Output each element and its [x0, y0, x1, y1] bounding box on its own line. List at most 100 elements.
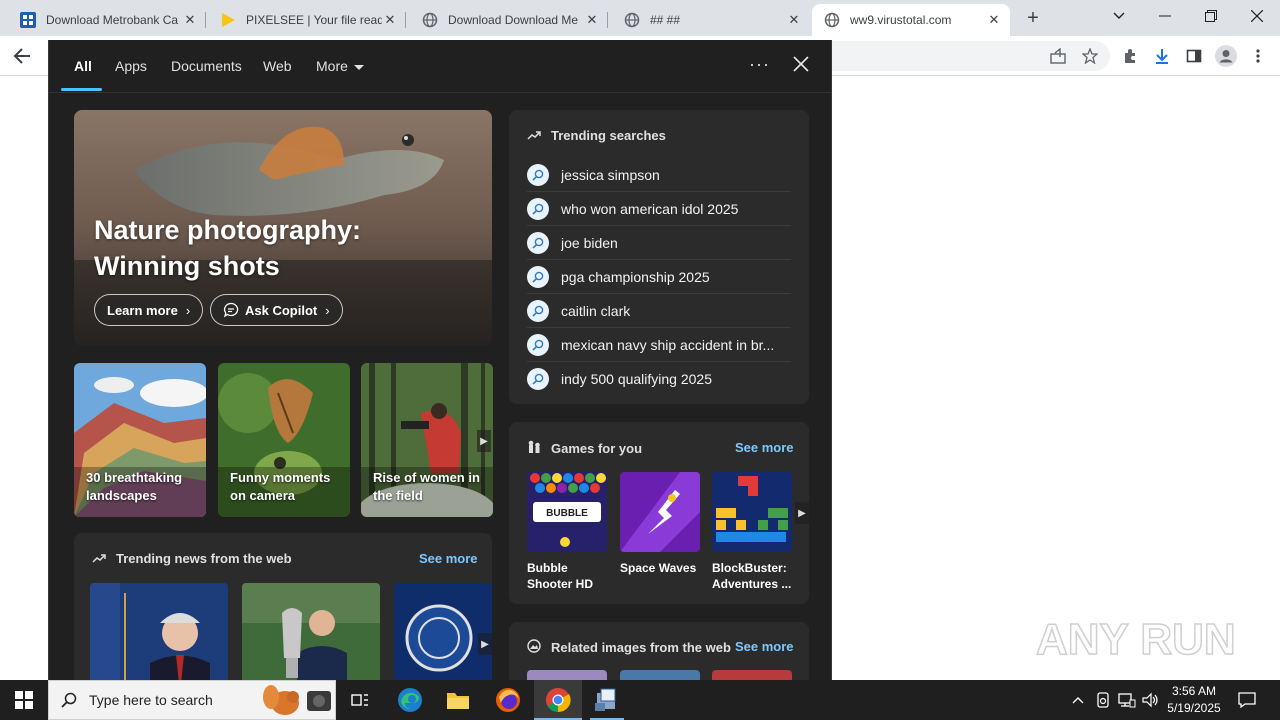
chevron-up-icon[interactable] — [1068, 680, 1088, 720]
tab-all[interactable]: All — [74, 58, 92, 74]
news-thumbnail[interactable] — [90, 583, 228, 680]
game-label: Space Waves — [620, 561, 697, 575]
close-icon[interactable]: ✕ — [182, 12, 198, 28]
globe-icon — [624, 12, 640, 28]
firefox-icon[interactable] — [484, 680, 532, 720]
trending-search-text: indy 500 qualifying 2025 — [561, 371, 713, 387]
tab-more[interactable]: More — [316, 58, 364, 74]
close-window-button[interactable] — [1234, 0, 1280, 32]
edge-browser-icon[interactable] — [386, 680, 434, 720]
trending-search-item[interactable]: joe biden — [527, 226, 791, 260]
tab-title: ## ## — [650, 13, 681, 27]
ellipsis-icon[interactable]: ··· — [749, 54, 770, 75]
device-icon[interactable] — [1092, 680, 1114, 720]
related-image-thumbnail[interactable] — [527, 670, 607, 680]
browser-tab[interactable]: PIXELSEE | Your file ready ✕ — [208, 4, 406, 36]
chevron-right-icon: › — [185, 302, 191, 318]
chevron-right-icon[interactable]: ▶ — [478, 633, 492, 655]
trending-search-text: pga championship 2025 — [561, 268, 710, 285]
news-see-more-link[interactable]: See more — [419, 551, 478, 566]
news-thumbnail[interactable] — [394, 583, 492, 680]
related-see-more-link[interactable]: See more — [735, 639, 794, 654]
game-pieces-icon — [527, 440, 541, 457]
extensions-icon[interactable] — [1118, 44, 1142, 68]
search-icon — [527, 163, 549, 186]
trending-search-item[interactable]: mexican navy ship accident in br... — [527, 328, 791, 362]
side-panel-icon[interactable] — [1182, 44, 1206, 68]
related-header: Related images from the web — [527, 639, 731, 656]
trending-search-item[interactable]: indy 500 qualifying 2025 — [527, 362, 791, 396]
installer-app-icon[interactable] — [582, 680, 630, 720]
browser-tabstrip: Download Metrobank Ca ✕ PIXELSEE | Your … — [0, 0, 1280, 36]
game-thumbnail: BUBBLE — [527, 472, 607, 552]
chevron-right-icon[interactable]: ▶ — [795, 502, 809, 524]
taskbar-clock[interactable]: 3:56 AM 5/19/2025 — [1160, 683, 1228, 717]
game-tile[interactable]: BlockBuster: Adventures ... — [712, 472, 792, 592]
hero-banner[interactable]: Nature photography: Winning shots Learn … — [74, 110, 492, 346]
close-icon[interactable]: ✕ — [584, 12, 600, 28]
trending-search-text: jessica simpson — [561, 166, 660, 183]
taskbar-search-box[interactable]: Type here to search — [48, 680, 336, 720]
chevron-down-icon — [353, 64, 364, 70]
game-thumbnail — [712, 472, 792, 552]
browser-tab[interactable]: Download Metrobank Ca ✕ — [8, 4, 206, 36]
metrobank-icon — [20, 12, 36, 28]
related-image-thumbnail[interactable] — [620, 670, 700, 680]
restore-button[interactable] — [1188, 0, 1234, 32]
bookmark-star-icon[interactable] — [1078, 44, 1102, 68]
globe-icon — [824, 12, 840, 28]
taskbar-search-placeholder: Type here to search — [89, 692, 213, 708]
chrome-icon[interactable] — [534, 680, 582, 720]
games-see-more-link[interactable]: See more — [735, 440, 794, 455]
image-icon — [527, 639, 541, 656]
file-explorer-icon[interactable] — [434, 680, 482, 720]
tab-search-button[interactable] — [1096, 0, 1142, 32]
minimize-button[interactable] — [1142, 0, 1188, 32]
card-label: Rise of women in the field — [373, 470, 480, 503]
trending-search-item[interactable]: pga championship 2025 — [527, 260, 791, 294]
close-icon[interactable]: ✕ — [986, 12, 1002, 28]
trending-search-text: mexican navy ship accident in br... — [561, 336, 775, 353]
related-image-thumbnail[interactable] — [712, 670, 792, 680]
browser-tab-active[interactable]: ww9.virustotal.com ✕ — [812, 4, 1010, 36]
windows-start-icon[interactable] — [0, 680, 48, 720]
game-tile[interactable]: BUBBLE Bubble Shooter HD — [527, 472, 607, 592]
trending-search-item[interactable]: who won american idol 2025 — [527, 192, 791, 226]
browser-tab[interactable]: Download Download Me ✕ — [410, 4, 608, 36]
close-icon[interactable] — [791, 54, 811, 74]
tab-documents[interactable]: Documents — [171, 58, 242, 74]
profile-avatar-icon[interactable] — [1214, 44, 1238, 68]
game-label: BlockBuster: Adventures ... — [712, 561, 792, 591]
menu-kebab-icon[interactable] — [1246, 44, 1270, 68]
ask-copilot-button[interactable]: Ask Copilot › — [210, 294, 343, 326]
new-tab-button[interactable]: + — [1022, 7, 1044, 29]
game-tile[interactable]: Space Waves — [620, 472, 700, 576]
clock-time: 3:56 AM — [1171, 684, 1217, 698]
browser-tab[interactable]: ## ## ✕ — [612, 4, 810, 36]
notification-icon[interactable] — [1232, 680, 1262, 720]
games-panel: Games for you See more BUBBLE Bubble Sho… — [509, 422, 809, 604]
play-icon — [220, 12, 236, 28]
tab-web[interactable]: Web — [263, 58, 292, 74]
trending-search-item[interactable]: jessica simpson — [527, 158, 791, 192]
close-icon[interactable]: ✕ — [382, 12, 398, 28]
topic-card[interactable]: Funny moments on camera — [218, 363, 350, 517]
task-view-icon[interactable] — [336, 680, 384, 720]
related-images-panel: Related images from the web See more — [509, 622, 809, 680]
network-icon[interactable] — [1116, 680, 1138, 720]
tab-apps[interactable]: Apps — [115, 58, 147, 74]
topic-card[interactable]: Rise of women in the field — [361, 363, 493, 517]
back-arrow-icon[interactable] — [10, 44, 34, 68]
share-icon[interactable] — [1046, 44, 1070, 68]
download-icon[interactable] — [1150, 44, 1174, 68]
taskbar: Type here to search 3:56 AM 5/19/2025 — [0, 680, 1280, 720]
volume-icon[interactable] — [1140, 680, 1162, 720]
chevron-right-icon: › — [325, 302, 330, 318]
learn-more-button[interactable]: Learn more › — [94, 294, 204, 326]
chevron-right-icon[interactable]: ▶ — [477, 430, 491, 452]
game-label: Bubble Shooter HD — [527, 561, 593, 591]
trending-search-item[interactable]: caitlin clark — [527, 294, 791, 328]
close-icon[interactable]: ✕ — [786, 12, 802, 28]
topic-card[interactable]: 30 breathtaking landscapes — [74, 363, 206, 517]
news-thumbnail[interactable] — [242, 583, 380, 680]
